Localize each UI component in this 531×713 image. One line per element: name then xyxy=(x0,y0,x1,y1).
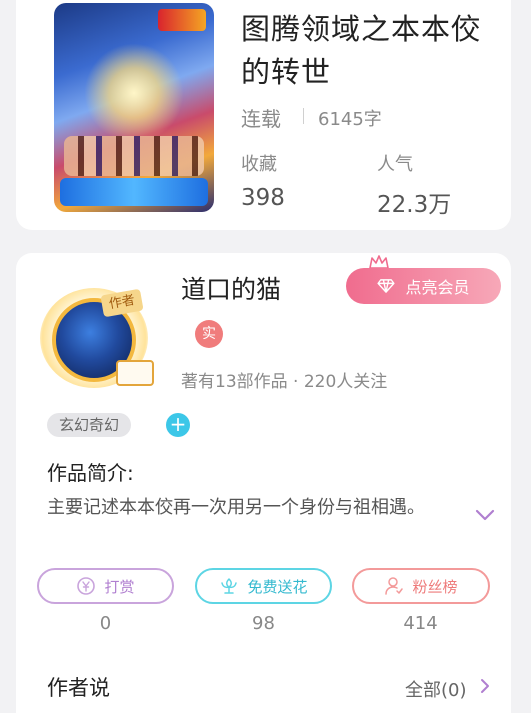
status-divider xyxy=(303,108,304,124)
book-word-count: 6145字 xyxy=(318,109,382,130)
author-meta: 著有13部作品 · 220人关注 xyxy=(181,372,388,392)
cover-title-art xyxy=(60,178,208,206)
fans-count: 414 xyxy=(403,613,438,634)
book-icon xyxy=(116,360,154,386)
fans-ranking-label: 粉丝榜 xyxy=(412,577,458,596)
reward-count: 0 xyxy=(99,613,112,634)
flower-icon xyxy=(221,578,238,594)
person-icon xyxy=(385,577,404,595)
yen-coin-icon xyxy=(77,577,96,595)
cover-characters xyxy=(64,136,204,176)
cover-glow xyxy=(84,43,184,143)
add-tag-button[interactable]: + xyxy=(166,413,190,437)
vip-button-label: 点亮会员 xyxy=(405,278,470,297)
intro-text: 主要记述本本佼再一次用另一个身份与祖相遇。 xyxy=(47,497,425,518)
cover-logo xyxy=(158,9,206,31)
popularity-value: 22.3万 xyxy=(377,192,452,218)
light-up-vip-button[interactable]: 点亮会员 xyxy=(346,268,501,304)
send-flower-button[interactable]: 免费送花 xyxy=(195,568,332,604)
popularity-label: 人气 xyxy=(377,154,413,175)
chevron-down-icon[interactable] xyxy=(473,507,497,523)
diamond-icon xyxy=(377,279,396,293)
book-title: 图腾领域之本本佼的转世 xyxy=(241,12,482,89)
verified-badge: 实 xyxy=(195,320,223,348)
author-says-heading: 作者说 xyxy=(47,676,110,700)
book-status: 连载 xyxy=(241,107,281,131)
author-says-all-link[interactable]: 全部(0) xyxy=(405,676,467,702)
favorites-value: 398 xyxy=(241,185,285,211)
author-name[interactable]: 道口的猫 xyxy=(181,270,281,306)
chevron-right-icon[interactable] xyxy=(478,677,492,695)
fans-ranking-button[interactable]: 粉丝榜 xyxy=(352,568,490,604)
genre-tag[interactable]: 玄幻奇幻 xyxy=(47,413,132,437)
book-cover-image[interactable] xyxy=(54,3,214,212)
reward-label: 打赏 xyxy=(104,577,135,596)
send-flower-label: 免费送花 xyxy=(247,577,308,596)
flower-count: 98 xyxy=(252,613,275,634)
favorites-label: 收藏 xyxy=(241,154,277,175)
intro-heading: 作品简介: xyxy=(47,461,134,485)
reward-button[interactable]: 打赏 xyxy=(37,568,174,604)
author-avatar[interactable]: 作者 xyxy=(30,288,170,388)
